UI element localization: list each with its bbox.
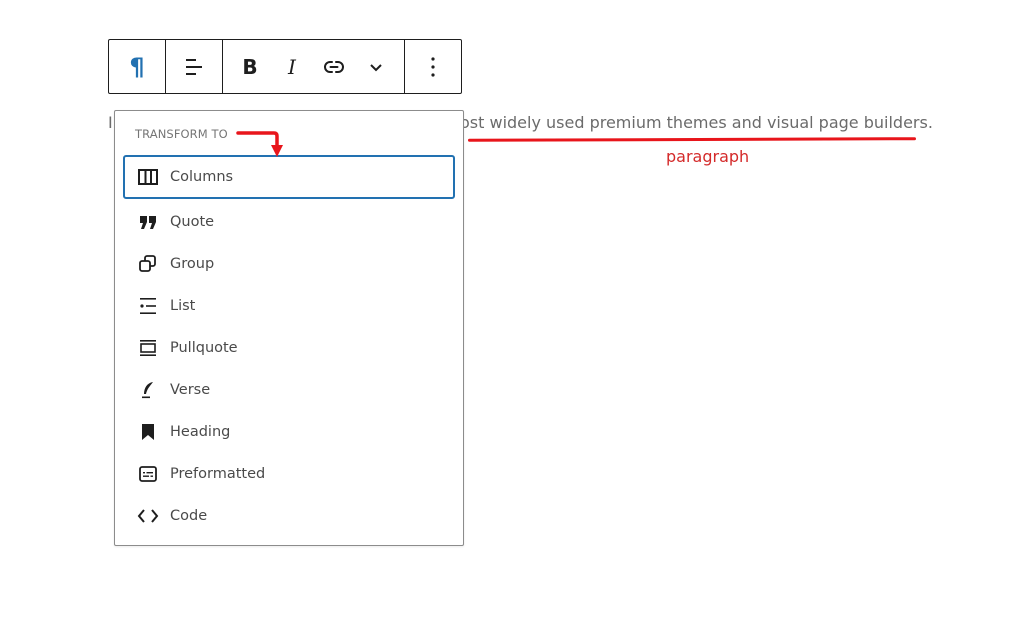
menu-title: TRANSFORM TO	[135, 127, 228, 141]
more-vertical-icon	[431, 56, 435, 77]
menu-item-preformatted[interactable]: Preformatted	[123, 452, 455, 496]
bold-icon: B	[242, 54, 258, 79]
quote-icon	[136, 210, 160, 234]
menu-item-label: Pullquote	[170, 340, 238, 356]
menu-item-heading[interactable]: Heading	[123, 410, 455, 454]
options-group	[404, 40, 461, 93]
menu-item-label: Preformatted	[170, 466, 266, 482]
transform-menu: TRANSFORM TO Columns Quote Group List Pu…	[114, 110, 464, 546]
paragraph-block-type-button[interactable]: ¶	[109, 40, 165, 93]
annotation-label: paragraph	[666, 147, 750, 166]
link-button[interactable]	[313, 40, 355, 93]
italic-icon: I	[288, 54, 296, 79]
link-icon	[324, 60, 344, 73]
align-button[interactable]	[166, 40, 222, 93]
chevron-down-icon	[370, 63, 382, 71]
pilcrow-icon: ¶	[129, 52, 145, 81]
menu-item-label: Heading	[170, 424, 231, 440]
menu-item-label: Code	[170, 508, 208, 524]
menu-item-quote[interactable]: Quote	[123, 200, 455, 244]
menu-item-label: List	[170, 298, 196, 314]
menu-item-label: Verse	[170, 382, 211, 398]
menu-item-label: Columns	[170, 169, 234, 185]
verse-icon	[136, 378, 160, 402]
bold-button[interactable]: B	[229, 40, 271, 93]
paragraph-leading-char: I	[108, 113, 113, 132]
block-type-group: ¶	[109, 40, 165, 93]
menu-item-pullquote[interactable]: Pullquote	[123, 326, 455, 370]
code-icon	[136, 504, 160, 528]
menu-item-label: Quote	[170, 214, 215, 230]
menu-item-label: Group	[170, 256, 215, 272]
group-icon	[136, 252, 160, 276]
align-left-icon	[186, 58, 202, 75]
options-button[interactable]	[405, 40, 461, 93]
block-toolbar: ¶ B I	[108, 39, 462, 94]
more-formatting-button[interactable]	[355, 40, 397, 93]
menu-item-group[interactable]: Group	[123, 242, 455, 286]
align-group	[165, 40, 222, 93]
paragraph-visible-text: ost widely used premium themes and visua…	[460, 113, 933, 132]
formatting-group: B I	[222, 40, 404, 93]
list-icon	[136, 294, 160, 318]
preformatted-icon	[136, 462, 160, 486]
menu-item-verse[interactable]: Verse	[123, 368, 455, 412]
annotation-underline	[467, 137, 917, 142]
heading-icon	[136, 420, 160, 444]
annotation-arrow	[236, 131, 283, 157]
menu-item-columns[interactable]: Columns	[123, 155, 455, 199]
menu-item-list[interactable]: List	[123, 284, 455, 328]
columns-icon	[136, 165, 160, 189]
pullquote-icon	[136, 336, 160, 360]
italic-button[interactable]: I	[271, 40, 313, 93]
menu-item-code[interactable]: Code	[123, 494, 455, 538]
